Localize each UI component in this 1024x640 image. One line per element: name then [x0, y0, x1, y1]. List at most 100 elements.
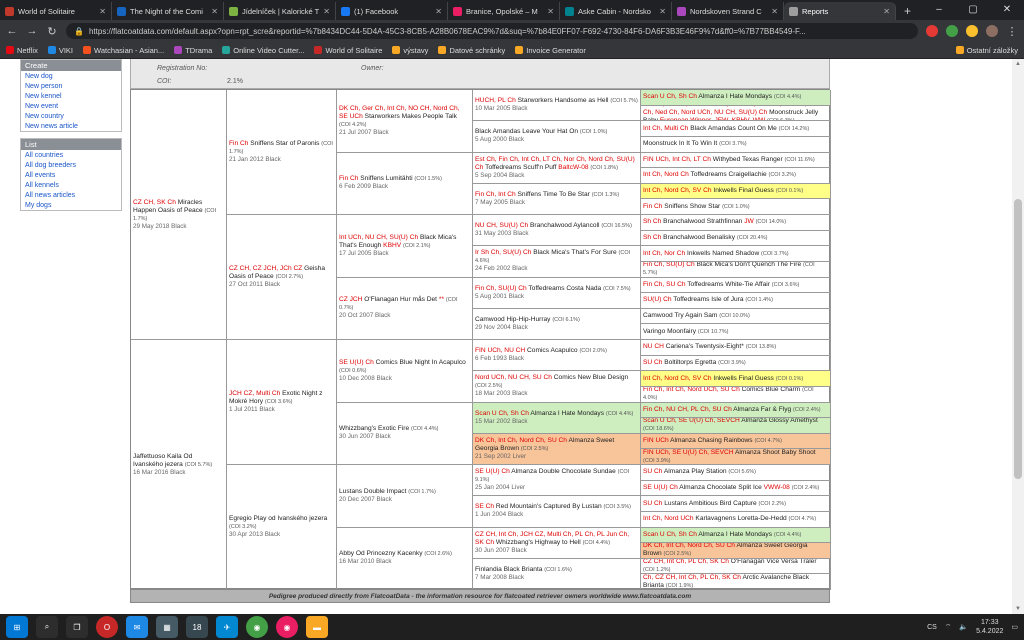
pedigree-dog-cell[interactable]: SE Ch Red Mountain's Captured By Lustan …: [473, 496, 641, 528]
pedigree-dog-cell[interactable]: Int UCh, NU CH, SU(U) Ch Black Mica's Th…: [337, 215, 473, 278]
pedigree-dog-cell[interactable]: SU Ch Boltiltorps Egretta (COI 3.9%): [641, 355, 831, 372]
pedigree-dog-cell[interactable]: Varingo Moonfairy (COI 10.7%): [641, 324, 831, 340]
vpn-icon[interactable]: ✈: [216, 616, 238, 638]
pedigree-dog-cell[interactable]: Fin Ch Sniffens Show Star (COI 1.0%): [641, 199, 831, 215]
close-tab-icon[interactable]: ✕: [435, 7, 442, 16]
extension-icon[interactable]: [966, 25, 978, 37]
scrollbar-thumb[interactable]: [1014, 199, 1022, 479]
pedigree-dog-cell[interactable]: Fin Ch, SU Ch Toffedreams White-Tie Affa…: [641, 277, 831, 294]
close-tab-icon[interactable]: ✕: [323, 7, 330, 16]
pedigree-dog-cell[interactable]: Scan U Ch, Sh Ch Almanza I Hate Mondays …: [641, 527, 831, 544]
create-menu-link[interactable]: New person: [21, 81, 121, 91]
tab-5[interactable]: Branice, Opolské – M ✕: [448, 2, 560, 20]
volume-icon[interactable]: 🔈: [959, 623, 968, 631]
tab-4[interactable]: (1) Facebook ✕: [336, 2, 448, 20]
chrome-profile-icon[interactable]: ◉: [276, 616, 298, 638]
pedigree-dog-cell[interactable]: Int Ch, Nord Ch, SV Ch Inkwells Final Gu…: [641, 183, 831, 200]
create-menu-link[interactable]: New country: [21, 111, 121, 121]
bookmark-item[interactable]: Netflix: [6, 46, 38, 55]
pedigree-dog-cell[interactable]: SU Ch Almanza Play Station (COI 5.6%): [641, 465, 831, 481]
pedigree-dog-cell[interactable]: Int Ch, Multi Ch Black Amandas Count On …: [641, 121, 831, 137]
pedigree-dog-cell[interactable]: NU CH, SU(U) Ch Branchalwood Aylancoll (…: [473, 215, 641, 247]
menu-icon[interactable]: ⋮: [1006, 25, 1018, 38]
extension-icon[interactable]: [926, 25, 938, 37]
pedigree-dog-cell[interactable]: Whizzbang's Exotic Fire (COI 4.4%) 30 Jun…: [337, 402, 473, 465]
close-icon[interactable]: ✕: [990, 0, 1024, 20]
tab-1[interactable]: World of Solitaire ✕: [0, 2, 112, 20]
tab-7[interactable]: Nordskoven Strand C ✕: [672, 2, 784, 20]
calculator-icon[interactable]: ▦: [156, 616, 178, 638]
pedigree-dog-cell[interactable]: DK Ch, Int Ch, Nord Ch, SU Ch Almanza Sw…: [473, 433, 641, 465]
chrome-icon[interactable]: ◉: [246, 616, 268, 638]
bookmark-item[interactable]: výstavy: [392, 46, 428, 55]
page-scrollbar[interactable]: ▲ ▼: [1012, 59, 1024, 614]
pedigree-dog-cell[interactable]: FIN UCh, SE U(U) Ch, SEVCH Almanza Shoot…: [641, 449, 831, 465]
pedigree-dog-cell[interactable]: FIN UCh, NU CH Comics Acapulco (COI 2.0%…: [473, 340, 641, 372]
pedigree-dog-cell[interactable]: CZ CH, Int Ch, JCH CZ, Multi Ch, PL Ch, …: [473, 527, 641, 559]
list-menu-link[interactable]: All events: [21, 170, 121, 180]
pedigree-dog-cell[interactable]: Ir Sh Ch, SU(U) Ch Black Mica's That's F…: [473, 246, 641, 278]
tab-6[interactable]: Aske Cabin - Nordsko ✕: [560, 2, 672, 20]
close-tab-icon[interactable]: ✕: [659, 7, 666, 16]
pedigree-dog-cell[interactable]: CH Ch, DK Ch, Ger VDH Ch, HUVCH, Int UCh…: [641, 105, 831, 122]
pedigree-dog-cell[interactable]: Ch, CZ CH, Int Ch, PL Ch, SK Ch Arctic A…: [641, 574, 831, 590]
close-tab-icon[interactable]: ✕: [547, 7, 554, 16]
minimize-icon[interactable]: –: [922, 0, 956, 20]
forward-icon[interactable]: →: [26, 25, 38, 37]
pedigree-dog-cell[interactable]: FIN UCh, Int Ch, LT Ch Withybed Texas Ra…: [641, 152, 831, 169]
language-indicator[interactable]: CS: [927, 624, 937, 631]
bookmark-item[interactable]: World of Solitaire: [314, 46, 382, 55]
pedigree-dog-cell[interactable]: Scan U Ch, SE U(U) Ch, SEVCH Almanza Glo…: [641, 418, 831, 434]
close-tab-icon[interactable]: ✕: [771, 7, 778, 16]
pedigree-dog-cell[interactable]: Fin Ch, SU(U) Ch Toffedreams Costa Nada …: [473, 277, 641, 309]
task-view-icon[interactable]: ❐: [66, 616, 88, 638]
bookmark-item[interactable]: TDrama: [174, 46, 212, 55]
app-18-icon[interactable]: 18: [186, 616, 208, 638]
create-menu-link[interactable]: New event: [21, 101, 121, 111]
tab-2[interactable]: The Night of the Comi ✕: [112, 2, 224, 20]
pedigree-dog-cell[interactable]: Fin Ch, SU(U) Ch Black Mica's Don't Quen…: [641, 261, 831, 278]
pedigree-dog-cell[interactable]: Scan U Ch, Sh Ch Almanza I Hate Mondays …: [641, 90, 831, 106]
pedigree-dog-cell[interactable]: Abby Od Princezny Kacenky (COI 2.6%) 16 M…: [337, 527, 473, 590]
pedigree-dog-cell[interactable]: Nord UCh, NU CH, SU Ch Comics New Blue D…: [473, 371, 641, 403]
pedigree-dog-cell[interactable]: Sh Ch Branchalwood Benalisky (COI 20.4%): [641, 230, 831, 247]
bookmark-item[interactable]: Datové schránky: [438, 46, 505, 55]
pedigree-dog-cell[interactable]: Camwood Hip-Hip-Hurray (COI 6.1%) 29 Nov …: [473, 308, 641, 340]
notifications-icon[interactable]: ▭: [1011, 623, 1018, 631]
list-menu-link[interactable]: My dogs: [21, 200, 121, 210]
list-menu-link[interactable]: All dog breeders: [21, 160, 121, 170]
address-bar[interactable]: 🔒 https://flatcoatdata.com/default.aspx?…: [66, 23, 918, 39]
pedigree-dog-cell[interactable]: Egregio Play od Ivanského jezera (COI 3.…: [227, 465, 337, 590]
pedigree-dog-cell[interactable]: CZ JCH O'Flanagan Hur mås Det ** (COI 0.…: [337, 277, 473, 340]
pedigree-dog-cell[interactable]: Fin Ch Sniffens Lumitähti (COI 1.5%) 6 Fe…: [337, 152, 473, 215]
pedigree-dog-cell[interactable]: Est Ch, Fin Ch, Int Ch, LT Ch, Nor Ch, N…: [473, 152, 641, 184]
pedigree-dog-cell[interactable]: Black Amandas Leave Your Hat On (COI 1.0…: [473, 121, 641, 153]
bookmark-item[interactable]: Watchasian - Asian...: [83, 46, 164, 55]
pedigree-dog-cell[interactable]: Jaffettuoso Kaila Od Ivanského jezera (C…: [131, 340, 227, 590]
pedigree-dog-cell[interactable]: Int Ch, Nord Ch, SV Ch Inkwells Final Gu…: [641, 371, 831, 387]
maximize-icon[interactable]: ▢: [956, 0, 990, 20]
pedigree-dog-cell[interactable]: FIN UCh Almanza Chasing Rainbows (COI 4.…: [641, 433, 831, 450]
pedigree-dog-cell[interactable]: SE U(U) Ch Almanza Chocolate Split Ice V…: [641, 480, 831, 497]
pedigree-dog-cell[interactable]: Sh Ch Branchalwood Strathfinnan JW (COI …: [641, 215, 831, 231]
close-tab-icon[interactable]: ✕: [99, 7, 106, 16]
pedigree-dog-cell[interactable]: Scan U Ch, Sh Ch Almanza I Hate Mondays …: [473, 402, 641, 434]
pedigree-dog-cell[interactable]: SE U(U) Ch Almanza Double Chocolate Sund…: [473, 465, 641, 497]
pedigree-dog-cell[interactable]: Int Ch, Nord Ch Toffedreams Craigellachi…: [641, 168, 831, 184]
pedigree-dog-cell[interactable]: CZ CH, Int Ch, PL Ch, SK Ch O'Flanagan V…: [641, 558, 831, 575]
file-explorer-icon[interactable]: ▬: [306, 616, 328, 638]
pedigree-dog-cell[interactable]: Finlandia Black Brianta (COI 1.6%) 7 Mar …: [473, 558, 641, 590]
pedigree-dog-cell[interactable]: SU(U) Ch Toffedreams Isle of Jura (COI 1…: [641, 293, 831, 309]
list-menu-link[interactable]: All news articles: [21, 190, 121, 200]
pedigree-dog-cell[interactable]: Fin Ch, NU CH, PL Ch, SU Ch Almanza Far …: [641, 402, 831, 419]
profile-avatar[interactable]: [986, 25, 998, 37]
reload-icon[interactable]: ↻: [46, 25, 58, 38]
create-menu-link[interactable]: New kennel: [21, 91, 121, 101]
tab-3[interactable]: Jídelníček | Kalorické T ✕: [224, 2, 336, 20]
wifi-icon[interactable]: ⌔: [945, 623, 952, 632]
close-tab-icon[interactable]: ✕: [883, 7, 890, 16]
pedigree-dog-cell[interactable]: HUCH, PL Ch Starworkers Handsome as Hell…: [473, 90, 641, 122]
pedigree-dog-cell[interactable]: DK Ch, Int Ch, Nord Ch, SU Ch Almanza Sw…: [641, 543, 831, 559]
pedigree-dog-cell[interactable]: Camwood Try Again Sam (COI 10.0%): [641, 308, 831, 325]
create-menu-link[interactable]: New dog: [21, 71, 121, 81]
